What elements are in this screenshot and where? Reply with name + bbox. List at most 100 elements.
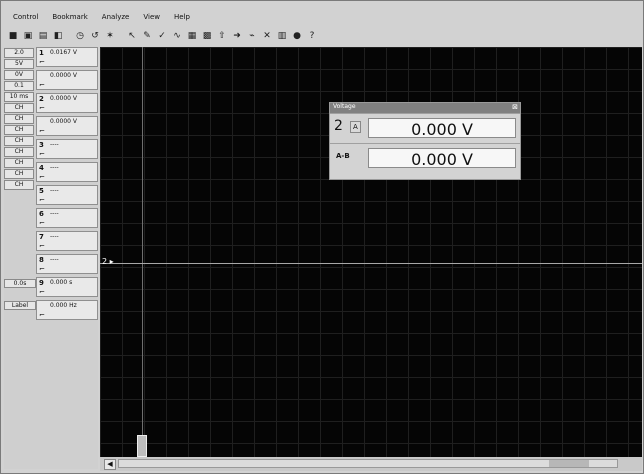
setting-cell[interactable]: CH: [4, 169, 34, 179]
probe-icon: ⌐: [39, 127, 45, 135]
channel-row[interactable]: 9 0.000 s ⌐: [36, 277, 98, 297]
close-icon[interactable]: ⊠: [512, 103, 518, 111]
setting-cell[interactable]: CH: [4, 103, 34, 113]
vertical-cursor[interactable]: [142, 47, 143, 457]
voltage-readout: 0.000 V: [368, 118, 516, 139]
channel-number: 4: [39, 164, 44, 172]
setting-cell[interactable]: CH: [4, 158, 34, 168]
probe-icon: ⌐: [39, 104, 45, 112]
channel-row[interactable]: 2 0.0000 V ⌐: [36, 93, 98, 113]
cross-icon[interactable]: ✕: [261, 30, 273, 42]
gear-icon[interactable]: ✶: [104, 30, 116, 42]
left-panel-col1: 2.0 5V 0V 0.1 10 ms CH CH CH CH CH CH CH…: [4, 47, 34, 191]
voltage-panel[interactable]: Voltage ⊠ 2 A 0.000 V A-B 0.000 V: [329, 102, 521, 180]
channel-number: 9: [39, 279, 44, 287]
signal-icon[interactable]: ⌁: [246, 30, 258, 42]
voltage-panel-title: Voltage ⊠: [330, 103, 520, 113]
channel-number: 5: [39, 187, 44, 195]
channel-value: 0.0000 V: [50, 72, 78, 79]
channel-row[interactable]: 6 ---- ⌐: [36, 208, 98, 228]
channel-chip[interactable]: A: [350, 121, 361, 133]
channel-row[interactable]: 4 ---- ⌐: [36, 162, 98, 182]
print-icon[interactable]: ▤: [37, 30, 49, 42]
save-icon[interactable]: ■: [7, 30, 19, 42]
setting-cell[interactable]: CH: [4, 136, 34, 146]
cursor-icon[interactable]: ↖: [126, 30, 138, 42]
channel-row[interactable]: 0.0000 V ⌐: [36, 116, 98, 136]
menu-control[interactable]: Control: [11, 12, 40, 22]
panel-icon[interactable]: ▥: [276, 30, 288, 42]
undo-icon[interactable]: ↺: [89, 30, 101, 42]
channel-value: ----: [50, 256, 59, 263]
channel-row[interactable]: 3 ---- ⌐: [36, 139, 98, 159]
probe-icon: ⌐: [39, 265, 45, 273]
channel-value: ----: [50, 141, 59, 148]
waveform-icon[interactable]: ∿: [171, 30, 183, 42]
menu-bar: Control Bookmark Analyze View Help: [3, 9, 192, 25]
setting-cell[interactable]: 10 ms: [4, 92, 34, 102]
scroll-thumb[interactable]: [549, 460, 589, 467]
channel-row[interactable]: 0.0000 V ⌐: [36, 70, 98, 90]
probe-icon: ⌐: [39, 288, 45, 296]
voltage-value: 0.000 V: [411, 150, 473, 169]
trigger-icon[interactable]: ⇧: [216, 30, 228, 42]
label-button[interactable]: Label: [4, 301, 36, 310]
channel-number: 7: [39, 233, 44, 241]
setting-cell[interactable]: CH: [4, 180, 34, 190]
grid-icon[interactable]: ▩: [201, 30, 213, 42]
chart-icon[interactable]: ▦: [186, 30, 198, 42]
time-readout[interactable]: 0.0s: [4, 279, 36, 288]
trigger-handle[interactable]: [137, 435, 147, 457]
channel-chip[interactable]: A-B: [336, 152, 350, 160]
menu-analyze[interactable]: Analyze: [100, 12, 132, 22]
setting-cell[interactable]: 5V: [4, 59, 34, 69]
setting-cell[interactable]: CH: [4, 125, 34, 135]
horizontal-scrollbar[interactable]: ◀: [100, 457, 642, 471]
probe-icon: ⌐: [39, 196, 45, 204]
menu-view[interactable]: View: [141, 12, 162, 22]
setting-cell[interactable]: 2.0: [4, 48, 34, 58]
channel-number: 2: [39, 95, 44, 103]
probe-icon: ⌐: [39, 242, 45, 250]
toolbar: ■ ▣ ▤ ◧ ◷ ↺ ✶ ↖ ✎ ✓ ∿ ▦ ▩ ⇧ ➜ ⌁ ✕ ▥ ● ?: [3, 27, 644, 45]
toolbar-separator: [119, 30, 123, 42]
horizontal-trace: [100, 263, 642, 264]
channel-number: 6: [39, 210, 44, 218]
scroll-track[interactable]: [118, 459, 618, 468]
scroll-left-icon[interactable]: ◀: [104, 459, 116, 470]
marker-icon[interactable]: ✎: [141, 30, 153, 42]
trace-marker: 2 ▸: [102, 257, 114, 266]
channel-row[interactable]: 5 ---- ⌐: [36, 185, 98, 205]
channel-value: 0.0167 V: [50, 49, 78, 56]
channel-row[interactable]: 0.000 Hz ⌐: [36, 300, 98, 320]
probe-icon: ⌐: [39, 58, 45, 66]
voltage-row-label: 2: [334, 118, 343, 134]
arrow-icon[interactable]: ➜: [231, 30, 243, 42]
channel-value: 0.000 Hz: [50, 302, 77, 309]
scope-display[interactable]: 2 ▸ Voltage ⊠ 2 A 0.000 V A-B 0.000 V: [100, 47, 642, 457]
setting-cell[interactable]: 0.1: [4, 81, 34, 91]
channel-list: 1 0.0167 V ⌐ 0.0000 V ⌐ 2 0.0000 V ⌐ 0.0…: [36, 47, 98, 323]
channel-value: ----: [50, 164, 59, 171]
setting-cell[interactable]: CH: [4, 114, 34, 124]
channel-row[interactable]: 7 ---- ⌐: [36, 231, 98, 251]
clock-icon[interactable]: ◷: [74, 30, 86, 42]
menu-bookmark[interactable]: Bookmark: [50, 12, 89, 22]
channel-number: 8: [39, 256, 44, 264]
voltage-row: A-B 0.000 V: [330, 143, 520, 172]
menu-help[interactable]: Help: [172, 12, 192, 22]
probe-icon: ⌐: [39, 150, 45, 158]
check-icon[interactable]: ✓: [156, 30, 168, 42]
setting-cell[interactable]: CH: [4, 147, 34, 157]
channel-row[interactable]: 1 0.0167 V ⌐: [36, 47, 98, 67]
record-icon[interactable]: ●: [291, 30, 303, 42]
channel-value: 0.0000 V: [50, 118, 78, 125]
open-icon[interactable]: ▣: [22, 30, 34, 42]
copy-icon[interactable]: ◧: [52, 30, 64, 42]
channel-value: 0.000 s: [50, 279, 73, 286]
channel-row[interactable]: 8 ---- ⌐: [36, 254, 98, 274]
help-icon[interactable]: ?: [306, 30, 318, 42]
setting-cell[interactable]: 0V: [4, 70, 34, 80]
probe-icon: ⌐: [39, 311, 45, 319]
voltage-panel-title-text: Voltage: [333, 103, 356, 110]
